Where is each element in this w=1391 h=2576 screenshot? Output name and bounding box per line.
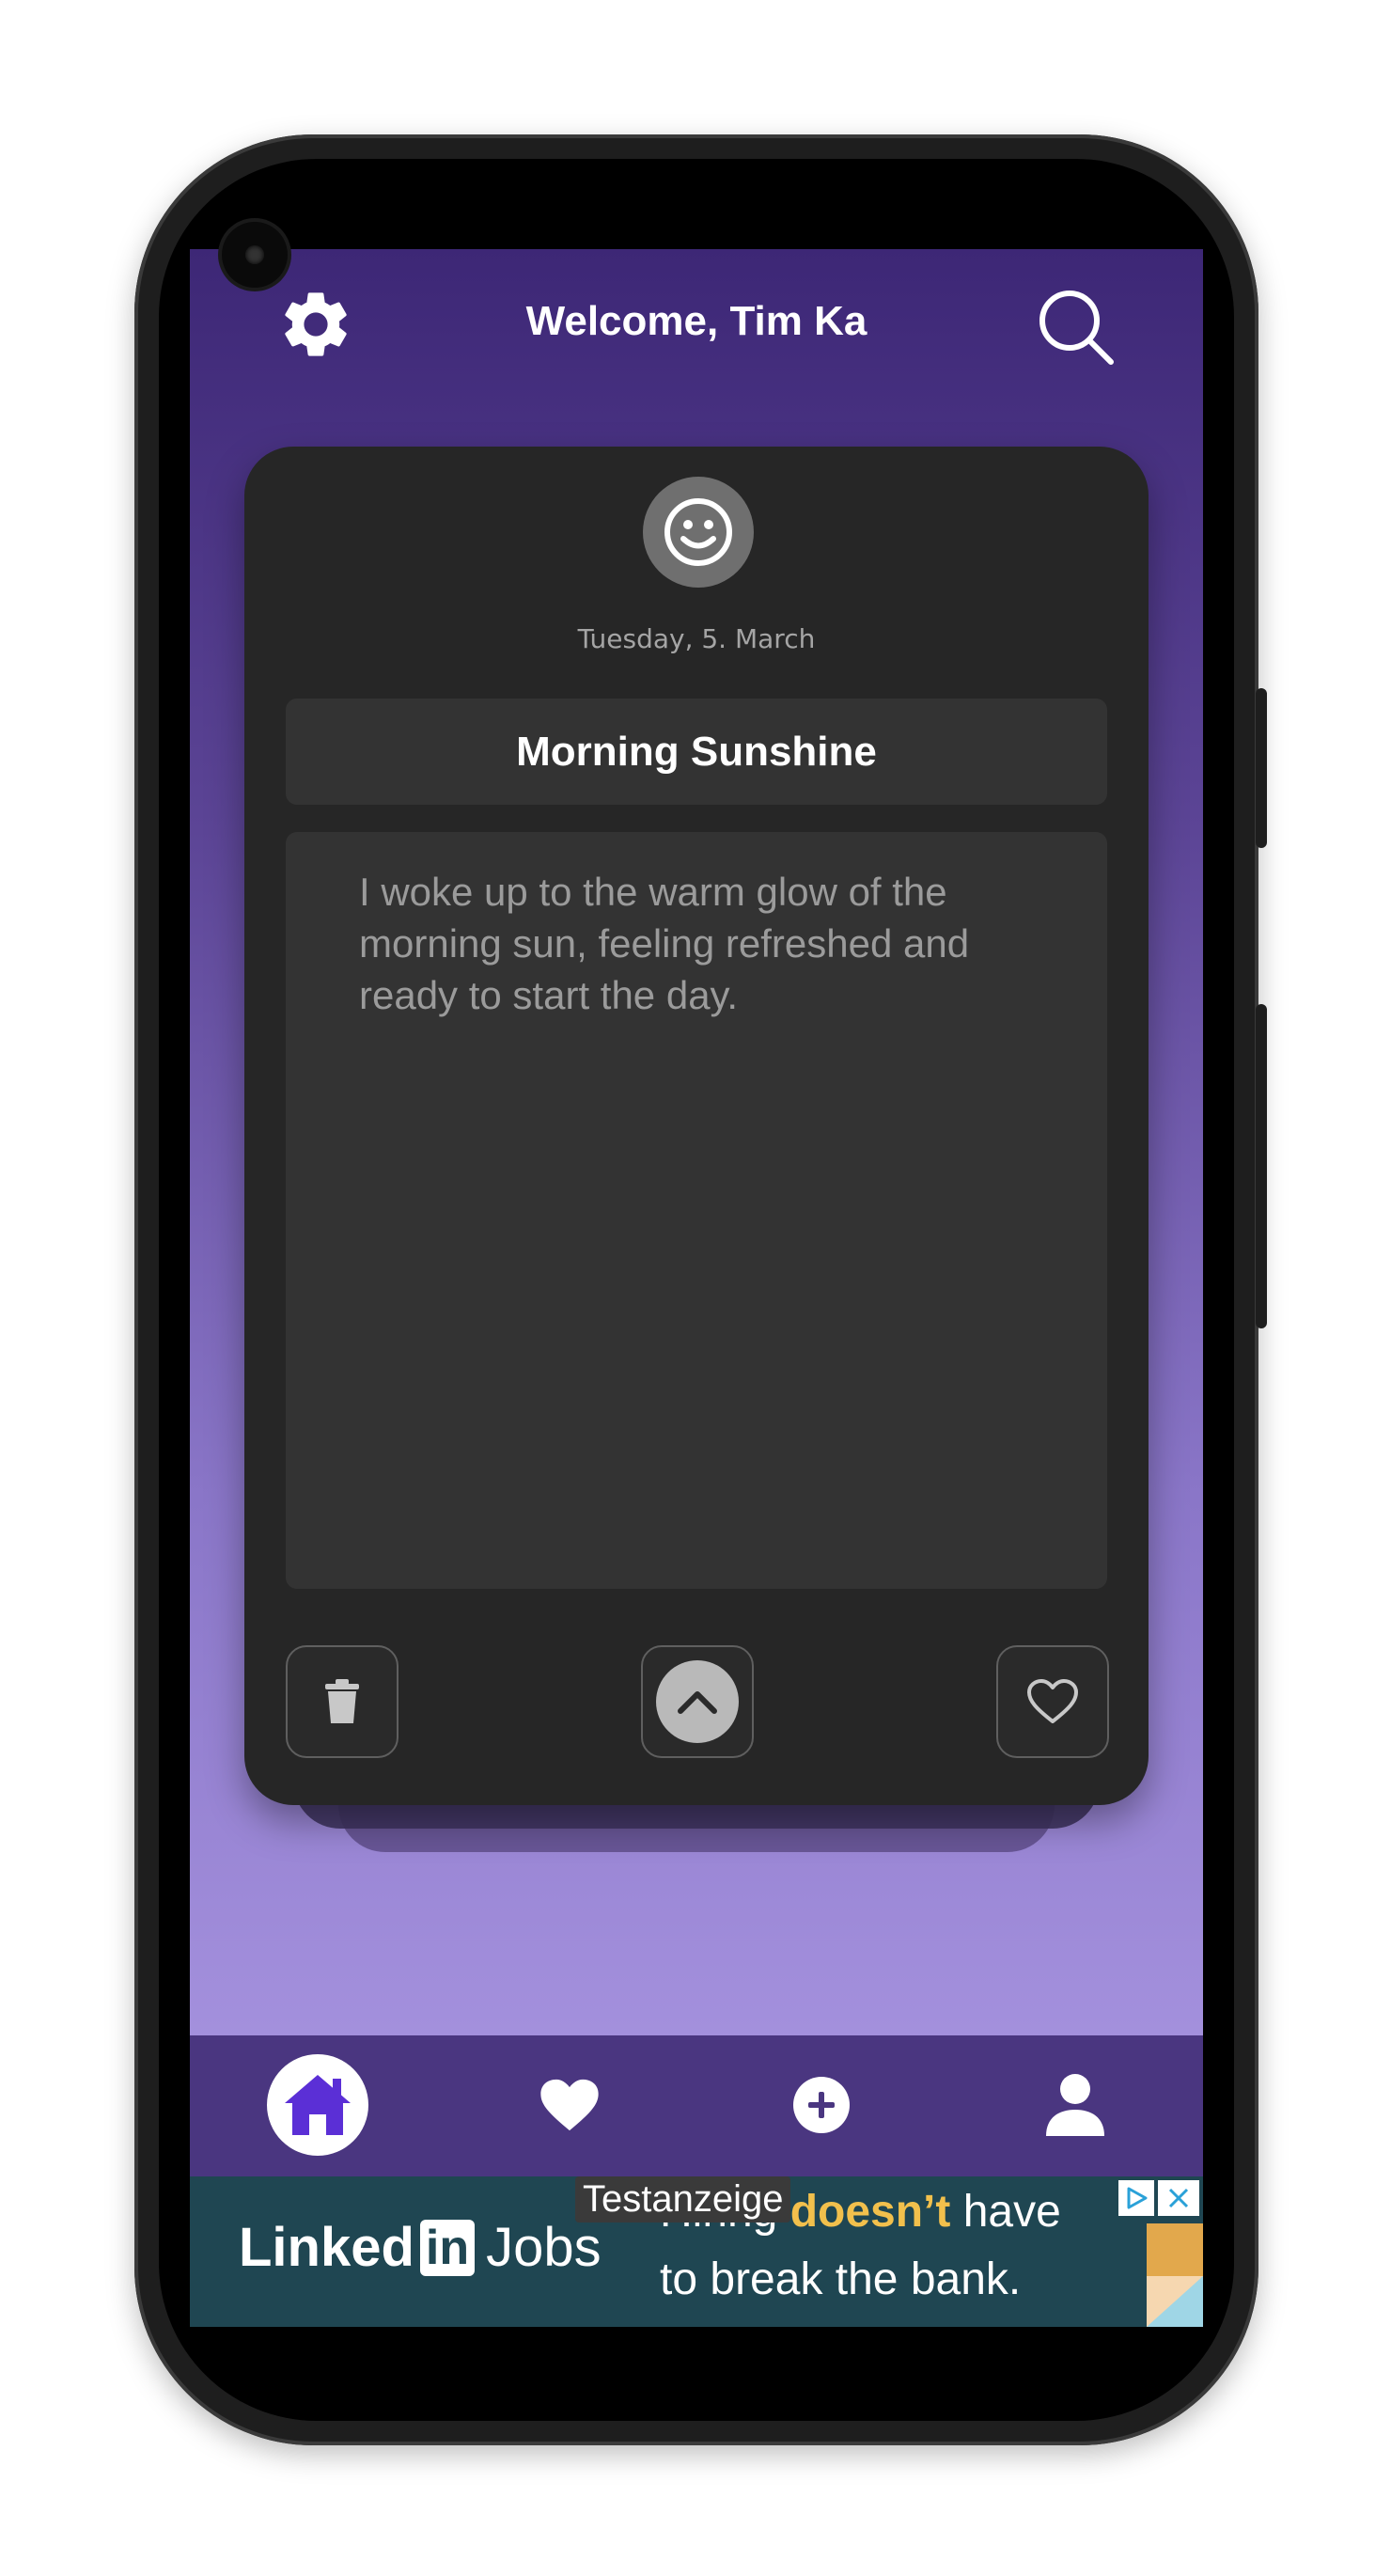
ad-graphic-peach [1147, 2276, 1203, 2327]
heart-outline-icon [1027, 1679, 1078, 1723]
ad-banner[interactable]: Linked in Jobs Hiring doesn’t have to br… [190, 2176, 1203, 2327]
ad-brand-jobs: Jobs [486, 2217, 602, 2278]
ad-headline-line2: to break the bank. [660, 2254, 1022, 2304]
close-icon[interactable] [1158, 2180, 1199, 2216]
front-camera [222, 222, 288, 288]
power-button [1256, 1004, 1267, 1328]
profile-icon [1046, 2074, 1104, 2136]
entry-body-text: I woke up to the warm glow of the mornin… [359, 870, 970, 1017]
volume-button [1256, 688, 1267, 848]
ad-headline-suffix: have [950, 2187, 1061, 2237]
nav-home[interactable] [267, 2054, 368, 2156]
chevron-up-icon [656, 1660, 739, 1743]
journal-entry-card[interactable]: Tuesday, 5. March Morning Sunshine I wok… [244, 447, 1149, 1805]
home-icon [285, 2075, 351, 2135]
entry-body-field[interactable]: I woke up to the warm glow of the mornin… [286, 832, 1107, 1589]
app-screen: Welcome, Tim Ka Tuesday, 5. March Mornin… [190, 249, 1203, 2327]
ad-choices-icon[interactable] [1118, 2180, 1154, 2216]
ad-test-label: Testanzeige [575, 2176, 791, 2223]
smiley-face-icon[interactable] [643, 477, 754, 588]
entry-title-field[interactable]: Morning Sunshine [286, 699, 1107, 805]
ad-headline-highlight: doesn’t [789, 2187, 951, 2237]
entry-title: Morning Sunshine [516, 728, 877, 775]
heart-icon [540, 2079, 599, 2131]
nav-profile[interactable] [1024, 2054, 1126, 2156]
expand-button[interactable] [641, 1645, 754, 1758]
ad-graphic-orange [1147, 2223, 1203, 2276]
nav-add[interactable] [771, 2054, 872, 2156]
bottom-nav [190, 2035, 1203, 2176]
ad-logo: Linked in Jobs [239, 2216, 602, 2279]
ad-brand-linked: Linked [239, 2217, 414, 2278]
nav-favorites[interactable] [519, 2054, 620, 2156]
top-bar: Welcome, Tim Ka [190, 249, 1203, 400]
plus-circle-icon [793, 2077, 850, 2133]
search-icon[interactable] [1034, 285, 1118, 369]
favorite-button[interactable] [996, 1645, 1109, 1758]
ad-brand-in: in [419, 2219, 476, 2276]
entry-date: Tuesday, 5. March [577, 623, 816, 654]
trash-icon [325, 1679, 359, 1723]
delete-button[interactable] [286, 1645, 399, 1758]
